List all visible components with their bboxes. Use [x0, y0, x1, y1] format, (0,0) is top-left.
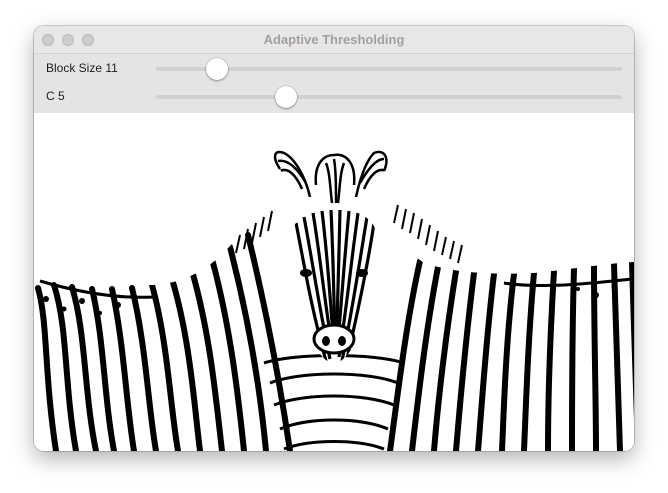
block-size-row: Block Size 11	[34, 55, 634, 83]
block-size-slider[interactable]	[156, 58, 622, 80]
c-row: C 5	[34, 83, 634, 111]
c-label: C 5	[46, 89, 65, 103]
title-bar[interactable]: Adaptive Thresholding	[34, 26, 634, 54]
block-size-slider-knob[interactable]	[205, 58, 228, 80]
app-window: Adaptive Thresholding Block Size 11 C 5	[34, 26, 634, 451]
window-title: Adaptive Thresholding	[263, 32, 405, 47]
threshold-image-view	[34, 113, 634, 451]
block-size-label: Block Size 11	[46, 61, 118, 75]
controls-panel: Block Size 11 C 5	[34, 54, 634, 113]
c-slider-knob[interactable]	[275, 86, 298, 108]
zebra-threshold-image	[34, 113, 634, 451]
c-slider[interactable]	[156, 86, 622, 108]
